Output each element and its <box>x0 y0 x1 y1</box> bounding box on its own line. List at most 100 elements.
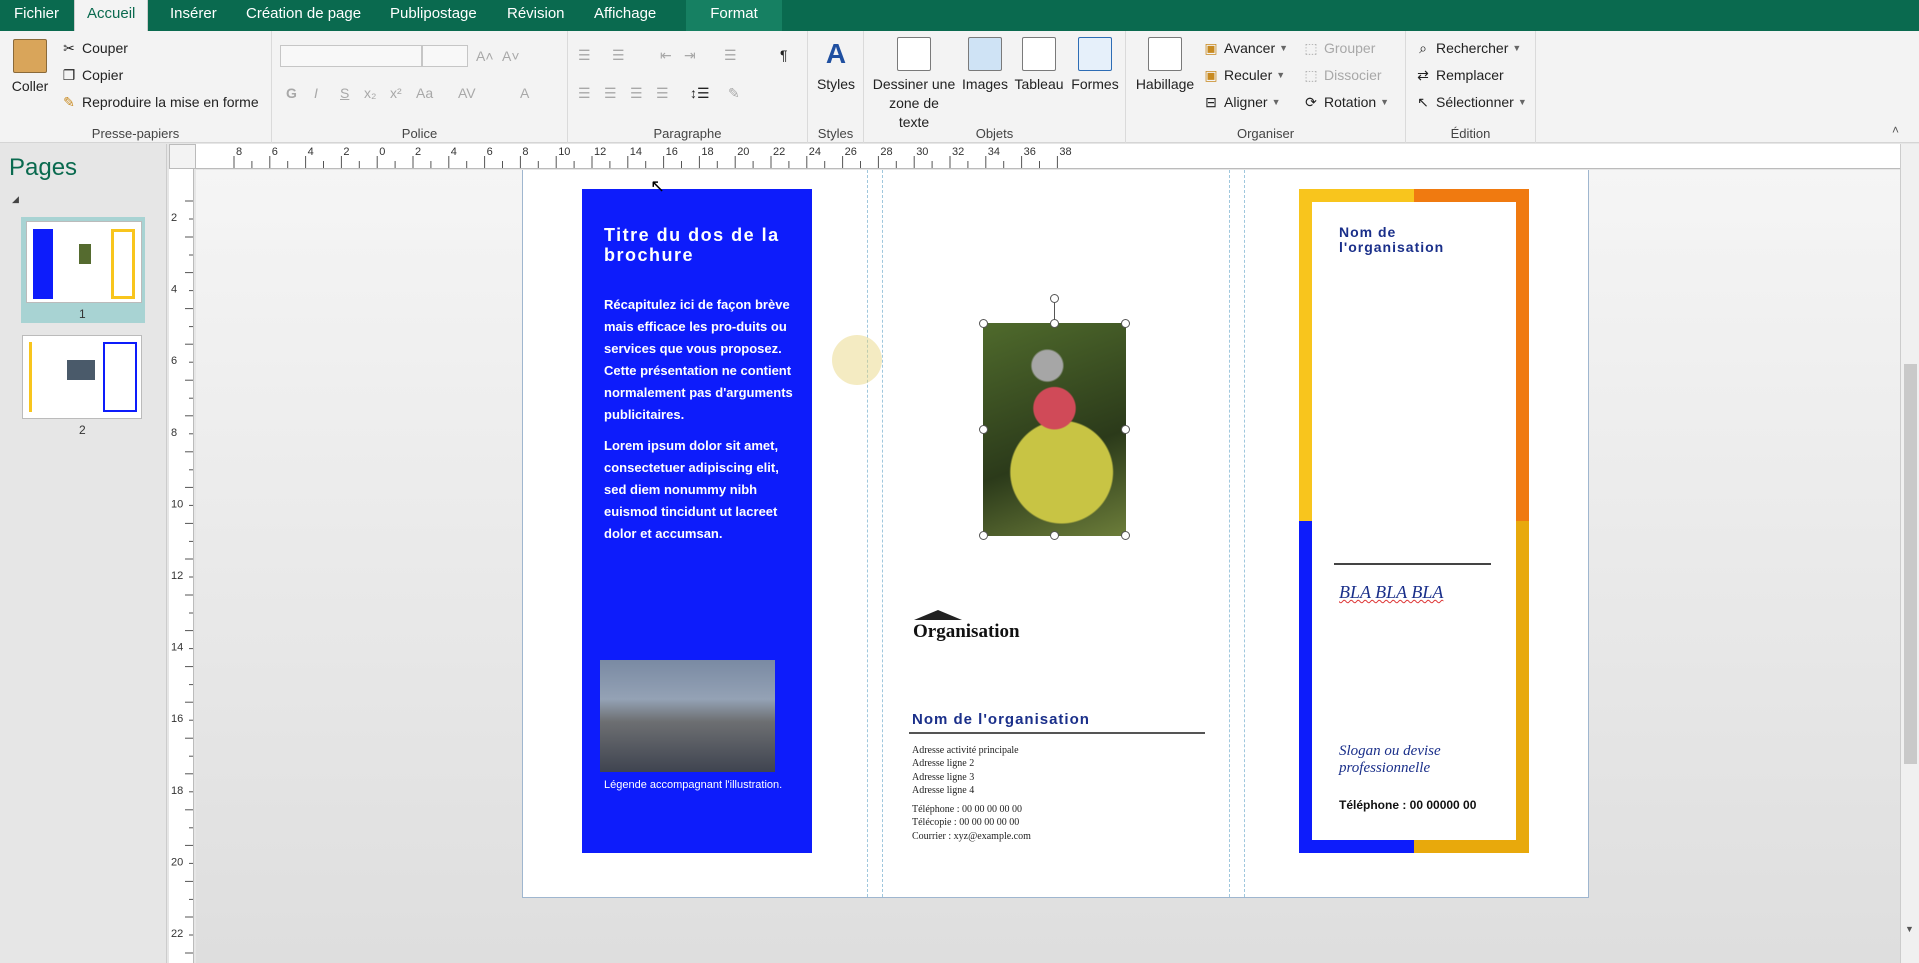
ruler-tick-label: 14 <box>630 146 642 158</box>
replace-button[interactable]: ⇄ Remplacer <box>1414 66 1504 84</box>
address-line[interactable]: Adresse ligne 2 <box>912 757 974 771</box>
paste-button[interactable]: Coller <box>6 39 54 96</box>
cover-headline[interactable]: BLA BLA BLA <box>1339 582 1443 603</box>
photo-caption[interactable]: Légende accompagnant l'illustration. <box>604 779 782 791</box>
numbering-icon[interactable]: ☰ <box>612 47 625 64</box>
collapse-ribbon-icon[interactable]: ˄ <box>1892 123 1899 137</box>
group-paragraph: ☰ ☰ ⇤ ⇥ ☰ ¶ ☰ ☰ ☰ ☰ ↕☰ ✎ Paragraphe <box>568 31 808 143</box>
group-button[interactable]: ⬚ Grouper <box>1302 39 1375 57</box>
align-center-icon[interactable]: ☰ <box>604 85 617 102</box>
copy-button[interactable]: ❐ Copier <box>60 66 124 84</box>
shapes-button[interactable]: Formes <box>1068 37 1122 94</box>
ruler-tick-label: 10 <box>171 498 183 510</box>
rotate-button[interactable]: ⟳ Rotation ▼ <box>1302 93 1389 111</box>
page-thumbnail-2[interactable] <box>22 335 142 419</box>
contact-line[interactable]: Téléphone : 00 00 00 00 00 <box>912 803 1022 817</box>
back-title[interactable]: Titre du dos de la brochure <box>604 225 784 265</box>
shrink-font-button[interactable]: A˅ <box>502 48 520 64</box>
images-icon <box>968 37 1002 71</box>
ungroup-button[interactable]: ⬚ Dissocier <box>1302 66 1381 84</box>
group-label-editing: Édition <box>1450 126 1491 141</box>
resize-handle[interactable] <box>1121 425 1130 434</box>
org-name-heading[interactable]: Nom de l'organisation <box>912 711 1090 728</box>
draw-textbox-button[interactable]: Dessiner une zone de texte <box>872 37 956 132</box>
tab-fichier[interactable]: Fichier <box>2 0 71 31</box>
tab-revision[interactable]: Révision <box>495 0 577 31</box>
back-panel[interactable]: Titre du dos de la brochure Récapitulez … <box>582 189 812 853</box>
line-spacing-icon[interactable]: ↕☰ <box>690 85 710 102</box>
mouse-pointer-icon: ↖ <box>650 176 666 196</box>
ruler-tick-label: 16 <box>666 146 678 158</box>
paragraph-style-icon[interactable]: ✎ <box>728 85 740 102</box>
wrap-text-button[interactable]: Habillage <box>1132 37 1198 94</box>
subscript-button[interactable]: x₂ <box>364 85 376 101</box>
font-size-select[interactable] <box>422 45 468 67</box>
increase-indent-icon[interactable]: ⇥ <box>684 47 696 64</box>
vertical-scrollbar[interactable]: ▼ <box>1900 144 1919 963</box>
resize-handle[interactable] <box>1121 319 1130 328</box>
resize-handle[interactable] <box>979 425 988 434</box>
beach-photo[interactable] <box>600 660 775 772</box>
resize-handle[interactable] <box>979 531 988 540</box>
document-canvas[interactable]: Titre du dos de la brochure Récapitulez … <box>196 170 1900 963</box>
page-thumbnail-1[interactable] <box>26 221 142 303</box>
address-line[interactable]: Adresse ligne 3 <box>912 771 974 785</box>
styles-button[interactable]: A Styles <box>812 37 860 94</box>
back-summary-text[interactable]: Récapitulez ici de façon brève mais effi… <box>604 294 804 426</box>
tab-format[interactable]: Format <box>686 0 782 31</box>
show-paragraph-marks-button[interactable]: ¶ <box>780 47 788 63</box>
find-button[interactable]: ⌕ Rechercher ▼ <box>1414 39 1521 57</box>
justify-icon[interactable]: ☰ <box>656 85 669 102</box>
tab-affichage[interactable]: Affichage <box>582 0 668 31</box>
align-button[interactable]: ⊟ Aligner ▼ <box>1202 93 1280 111</box>
character-spacing-button[interactable]: AV <box>458 85 476 101</box>
bring-forward-button[interactable]: ▣ Avancer ▼ <box>1202 39 1288 57</box>
send-backward-button[interactable]: ▣ Reculer ▼ <box>1202 66 1285 84</box>
resize-handle[interactable] <box>1121 531 1130 540</box>
grow-font-button[interactable]: A˄ <box>476 48 494 64</box>
cover-slogan[interactable]: Slogan ou devise professionnelle <box>1339 743 1489 777</box>
italic-button[interactable]: I <box>314 85 318 101</box>
superscript-button[interactable]: x² <box>390 85 402 101</box>
columns-icon[interactable]: ☰ <box>724 47 737 64</box>
ruler-tick-label: 8 <box>171 427 177 439</box>
tab-accueil[interactable]: Accueil <box>74 0 149 31</box>
cut-button[interactable]: ✂ Couper <box>60 39 128 57</box>
organisation-logo-text[interactable]: Organisation <box>913 621 1020 643</box>
bullets-icon[interactable]: ☰ <box>578 47 591 64</box>
font-color-button[interactable]: A <box>520 85 529 101</box>
resize-handle[interactable] <box>1050 531 1059 540</box>
resize-handle[interactable] <box>1050 319 1059 328</box>
address-line[interactable]: Adresse ligne 4 <box>912 784 974 798</box>
cover-org-name[interactable]: Nom de l'organisation <box>1339 225 1489 255</box>
table-button[interactable]: Tableau <box>1012 37 1066 94</box>
cyclist-photo[interactable] <box>983 323 1126 536</box>
vertical-ruler[interactable]: 2 4 6 8 10 12 14 16 18 20 22 <box>169 169 194 963</box>
tab-inserer[interactable]: Insérer <box>158 0 229 31</box>
bold-button[interactable]: G <box>286 85 297 101</box>
tab-creation-de-page[interactable]: Création de page <box>234 0 373 31</box>
format-painter-button[interactable]: ✎ Reproduire la mise en forme <box>60 93 259 111</box>
change-case-button[interactable]: Aa <box>416 85 433 101</box>
tab-publipostage[interactable]: Publipostage <box>378 0 489 31</box>
font-family-select[interactable] <box>280 45 422 67</box>
scroll-down-arrow-icon[interactable]: ▼ <box>1905 924 1914 934</box>
align-left-icon[interactable]: ☰ <box>578 85 591 102</box>
rotate-handle[interactable] <box>1050 294 1059 303</box>
horizontal-ruler[interactable]: 8 6 4 2 0 2 4 6 8 10 12 14 16 18 20 22 24 26 28 30 32 34 36 38 <box>196 144 1900 169</box>
resize-handle[interactable] <box>979 319 988 328</box>
collapse-triangle-icon[interactable]: ◢ <box>12 194 19 205</box>
back-lorem-text[interactable]: Lorem ipsum dolor sit amet, consectetuer… <box>604 435 804 545</box>
align-right-icon[interactable]: ☰ <box>630 85 643 102</box>
rotate-icon: ⟳ <box>1305 94 1317 110</box>
scrollbar-thumb[interactable] <box>1904 364 1917 764</box>
contact-line[interactable]: Télécopie : 00 00 00 00 00 <box>912 816 1019 830</box>
contact-line[interactable]: Courrier : xyz@example.com <box>912 830 1031 844</box>
cover-telephone[interactable]: Téléphone : 00 00000 00 <box>1339 798 1476 812</box>
underline-button[interactable]: S <box>340 85 349 101</box>
ruler-tick-label: 6 <box>171 355 177 367</box>
select-button[interactable]: ↖ Sélectionner ▼ <box>1414 93 1527 111</box>
images-button[interactable]: Images <box>960 37 1010 94</box>
decrease-indent-icon[interactable]: ⇤ <box>660 47 672 64</box>
address-line[interactable]: Adresse activité principale <box>912 744 1019 758</box>
